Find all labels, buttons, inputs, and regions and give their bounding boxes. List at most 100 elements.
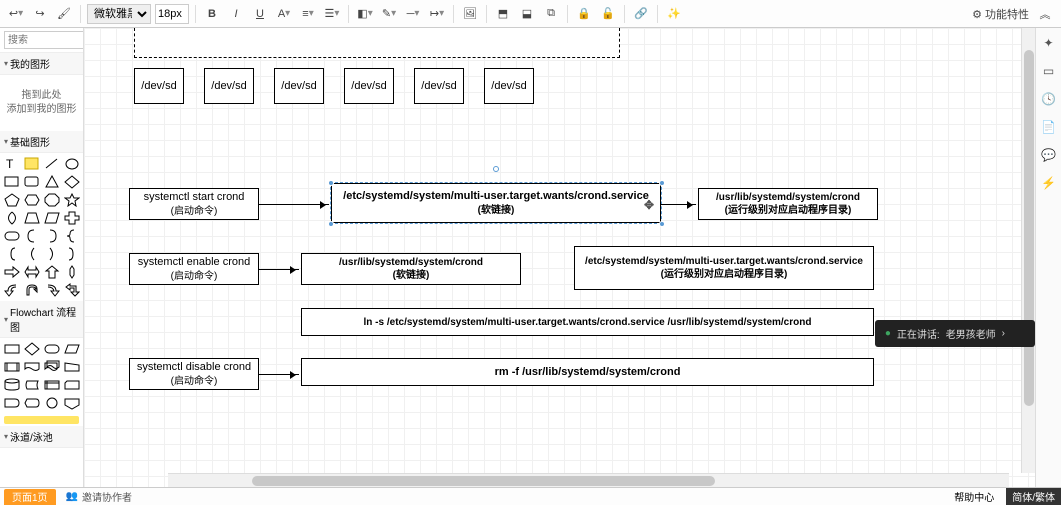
magic-icon[interactable]: ✨ [664,4,684,24]
image-icon[interactable]: 🖼 [460,4,480,24]
language-toggle[interactable]: 简体/繁体 [1006,488,1061,505]
rect-icon[interactable] [4,175,20,189]
node-runlevel-dir[interactable]: /usr/lib/systemd/system/crond(运行级别对应启动程序… [698,188,878,220]
node-disable-crond[interactable]: systemctl disable crond(启动命令) [129,358,259,390]
trapezoid-icon[interactable] [24,211,40,225]
bring-front-icon[interactable]: ⬒ [493,4,513,24]
cross-icon[interactable] [64,211,80,225]
selection-handle[interactable] [328,221,334,227]
node-etc-service[interactable]: /etc/systemd/system/multi-user.target.wa… [574,246,874,290]
link-icon[interactable]: 🔗 [631,4,651,24]
fc-terminator-icon[interactable] [44,342,60,356]
selection-handle[interactable] [659,221,665,227]
fc-process-icon[interactable] [4,342,20,356]
font-family-select[interactable]: 微软雅黑 [87,4,151,24]
shape-search-input[interactable] [4,31,84,49]
fc-delay-icon[interactable] [4,396,20,410]
fill-color-icon[interactable]: ◧▾ [355,4,375,24]
canvas-area[interactable]: /dev/sd /dev/sd /dev/sd /dev/sd /dev/sd … [84,28,1035,487]
font-color-icon[interactable]: A▾ [274,4,294,24]
dev-node[interactable]: /dev/sd [484,68,534,104]
group-icon[interactable]: ⧉ [541,4,561,24]
node-softlink[interactable]: /etc/systemd/system/multi-user.target.wa… [331,183,661,223]
brace-right-icon[interactable] [64,247,80,261]
comment-icon[interactable]: 💬 [1040,146,1058,164]
brace-icon[interactable] [64,229,80,243]
toast-chevron-icon[interactable]: › [1002,328,1005,339]
page-icon[interactable]: 📄 [1040,118,1058,136]
arrow-curve-left-icon[interactable] [4,283,20,297]
ellipse-icon[interactable] [64,157,80,171]
dev-node[interactable]: /dev/sd [134,68,184,104]
arrow-bidir-icon[interactable] [24,265,40,279]
fc-document-icon[interactable] [24,360,40,374]
hexagon-icon[interactable] [24,193,40,207]
bold-icon[interactable]: B [202,4,222,24]
selection-handle[interactable] [659,180,665,186]
node-rm-command[interactable]: rm -f /usr/lib/systemd/system/crond [301,358,874,386]
node-enable-crond[interactable]: systemctl enable crond(启动命令) [129,253,259,285]
arrow-return-icon[interactable] [64,283,80,297]
redo-icon[interactable]: ↪ [30,4,50,24]
page-tab[interactable]: 页面1页 [4,489,56,505]
fc-display-icon[interactable] [24,396,40,410]
fc-stored-icon[interactable] [24,378,40,392]
arrow-right-icon[interactable] [4,265,20,279]
diamond-icon[interactable] [64,175,80,189]
node-start-crond[interactable]: systemctl start crond(启动命令) [129,188,259,220]
section-my-shapes[interactable]: 我的图形 [0,53,83,75]
dev-node[interactable]: /dev/sd [414,68,464,104]
fc-connector-icon[interactable] [44,396,60,410]
bracket-left-icon[interactable] [24,229,40,243]
pin-icon[interactable]: ✦ [1040,34,1058,52]
sticky-note-icon[interactable] [24,157,40,171]
connector-icon[interactable]: ↦▾ [427,4,447,24]
format-paint-icon[interactable]: 🖌 [54,4,74,24]
scroll-thumb[interactable] [1024,50,1034,406]
arrow-curve-right-icon[interactable] [44,283,60,297]
collapse-toolbar-icon[interactable]: ︽ [1035,4,1055,24]
ai-icon[interactable]: ⚡ [1040,174,1058,192]
star-icon[interactable] [64,193,80,207]
dev-node[interactable]: /dev/sd [204,68,254,104]
lock-icon[interactable]: 🔒 [574,4,594,24]
rotate-handle[interactable] [493,166,499,172]
node-usrlib[interactable]: /usr/lib/systemd/system/crond(软链接) [301,253,521,285]
italic-icon[interactable]: I [226,4,246,24]
stadium-icon[interactable] [4,229,20,243]
align-icon[interactable]: ≡▾ [298,4,318,24]
invite-collab-button[interactable]: 👥 邀请协作者 [66,489,132,504]
line-color-icon[interactable]: ✎▾ [379,4,399,24]
fc-card-icon[interactable] [64,378,80,392]
help-center-button[interactable]: 帮助中心 [948,489,1000,504]
triangle-icon[interactable] [44,175,60,189]
list-icon[interactable]: ☰▾ [322,4,342,24]
octagon-icon[interactable] [44,193,60,207]
node-ln-command[interactable]: ln -s /etc/systemd/system/multi-user.tar… [301,308,874,336]
scroll-thumb[interactable] [252,476,715,486]
arrow[interactable] [259,204,329,205]
arrow-up-icon[interactable] [44,265,60,279]
fc-internal-icon[interactable] [44,378,60,392]
line-icon[interactable] [44,157,60,171]
container-frame[interactable] [134,28,620,58]
fc-manual-icon[interactable] [64,360,80,374]
rounded-rect-icon[interactable] [24,175,40,189]
selection-handle[interactable] [328,180,334,186]
more-shapes-icon[interactable] [4,416,79,424]
fc-database-icon[interactable] [4,378,20,392]
undo-dropdown-icon[interactable]: ↩▾ [6,4,26,24]
paren-right-icon[interactable] [44,247,60,261]
fc-data-icon[interactable] [64,342,80,356]
dev-node[interactable]: /dev/sd [344,68,394,104]
underline-icon[interactable]: U [250,4,270,24]
teardrop-icon[interactable] [4,211,20,225]
layer-icon[interactable]: ▭ [1040,62,1058,80]
section-swimlane[interactable]: 泳道/泳池 [0,426,83,448]
arrow[interactable] [259,374,299,375]
dev-node[interactable]: /dev/sd [274,68,324,104]
parallelogram-icon[interactable] [44,211,60,225]
history-icon[interactable]: 🕓 [1040,90,1058,108]
pentagon-icon[interactable] [4,193,20,207]
arrow[interactable] [259,269,299,270]
